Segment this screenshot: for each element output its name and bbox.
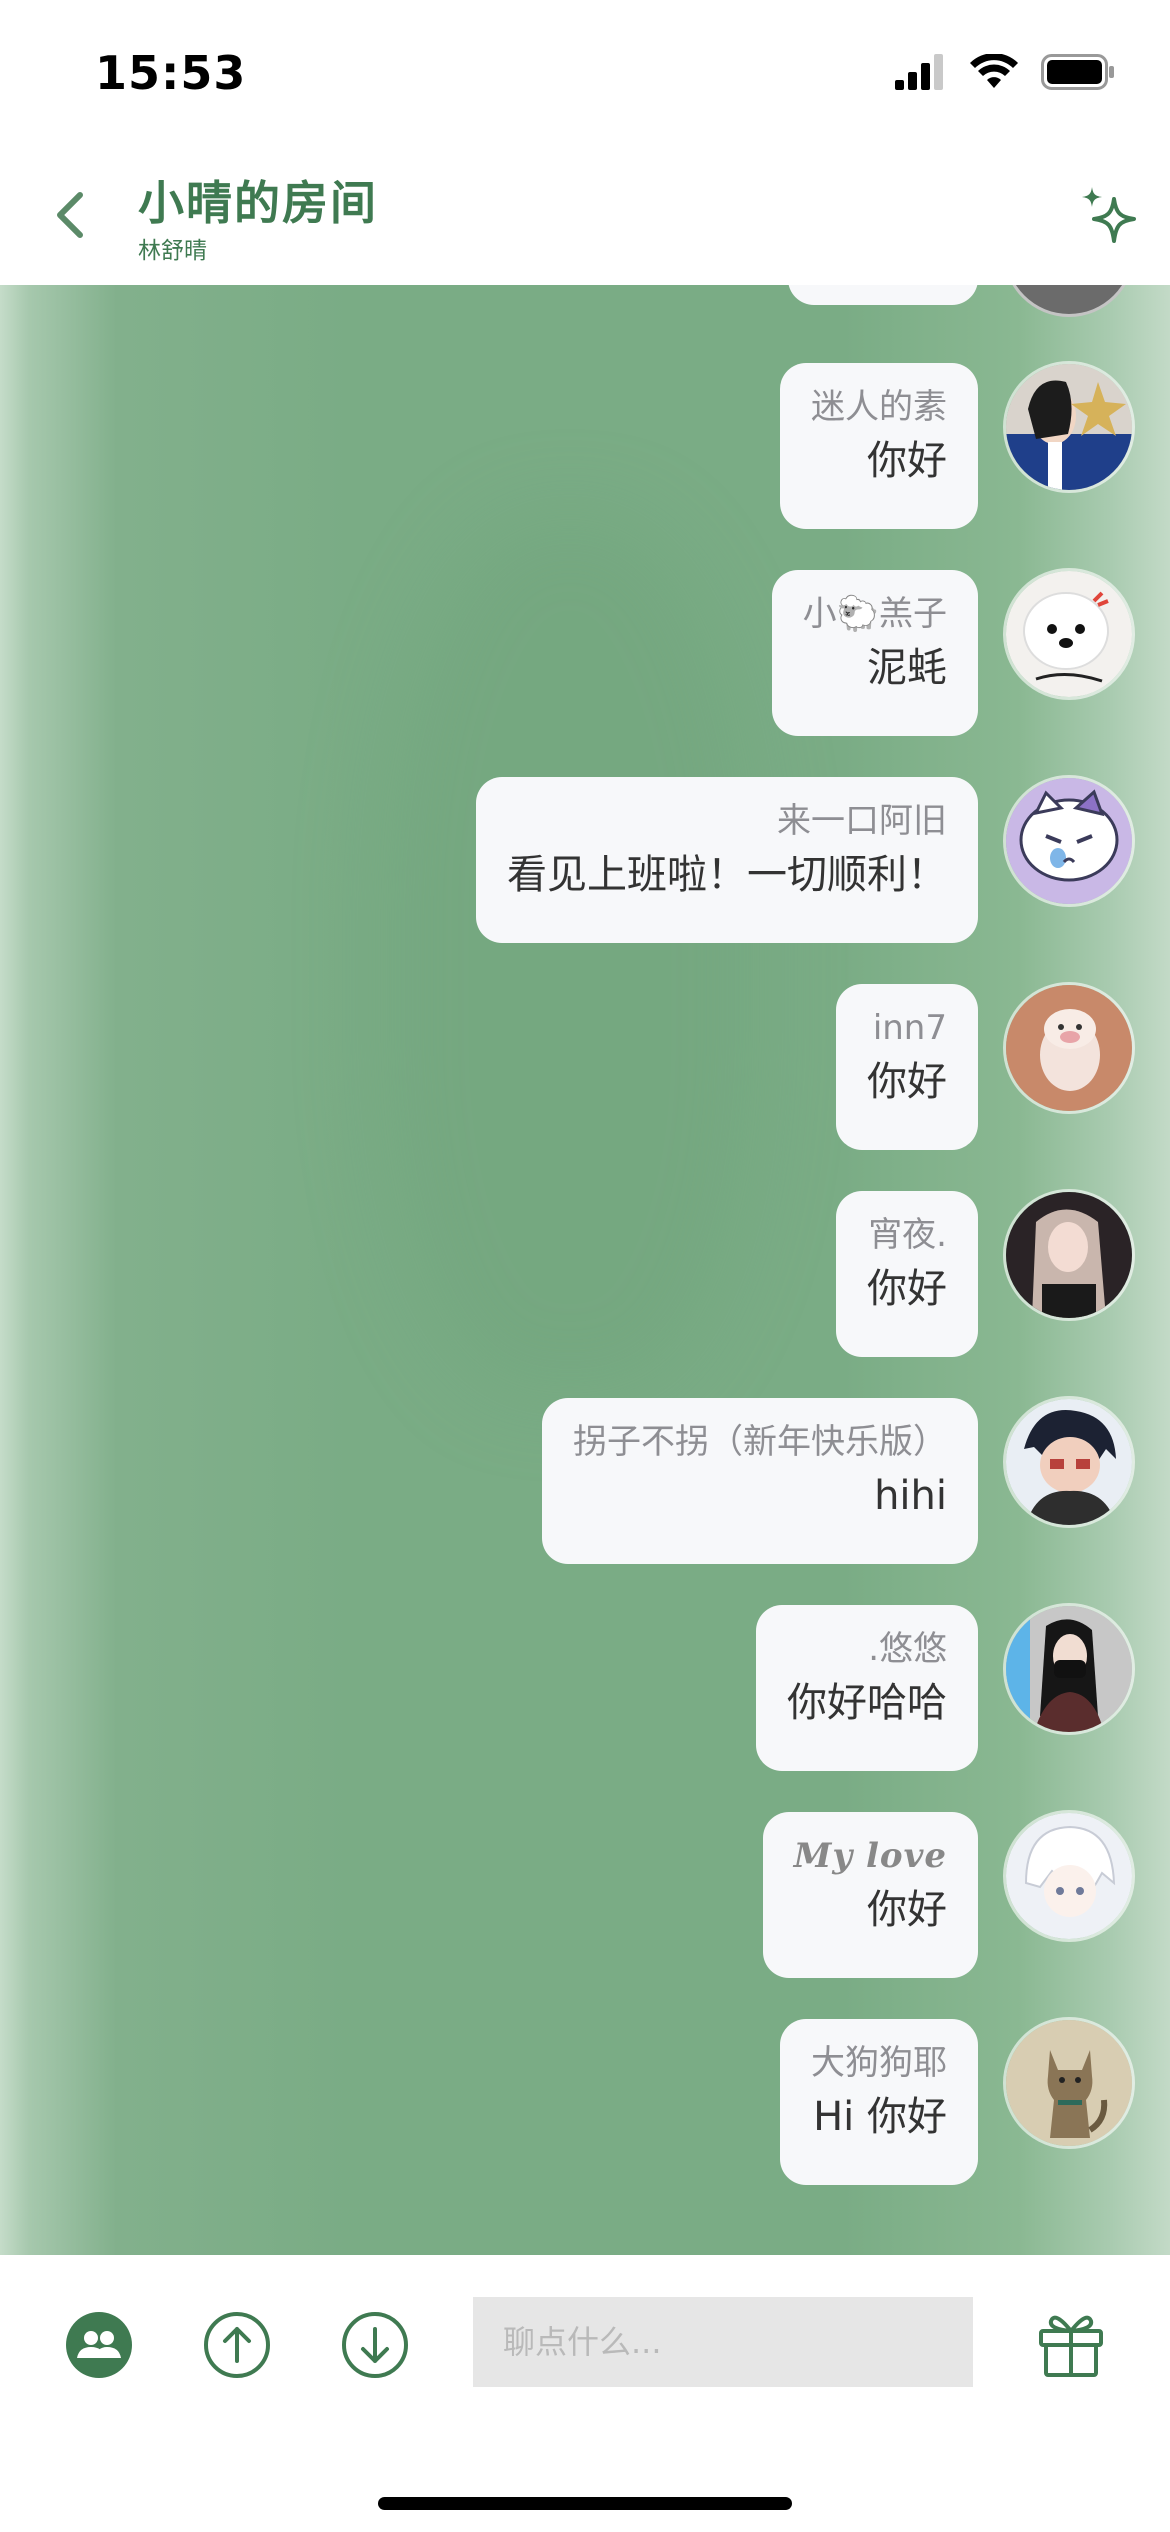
- chat-room-screen: 15:53 小晴的房间 林舒晴 迷人的素 你好 小🐑羔子 泥蚝 来一口阿旧 看见…: [0, 0, 1170, 2532]
- sender-name[interactable]: My love: [794, 1832, 947, 1880]
- sender-avatar[interactable]: [1003, 568, 1135, 700]
- sender-name[interactable]: 大狗狗耶: [811, 2039, 947, 2087]
- message-text: 你好: [867, 1887, 947, 1933]
- sender-avatar[interactable]: [1003, 775, 1135, 907]
- room-host-name: 林舒晴: [138, 238, 207, 264]
- sender-name[interactable]: 小🐑羔子: [803, 590, 947, 638]
- message-text: 你好哈哈: [787, 1680, 947, 1726]
- message-text: 你好: [867, 1266, 947, 1312]
- sender-name[interactable]: 来一口阿旧: [507, 797, 947, 845]
- sender-avatar[interactable]: [1003, 982, 1135, 1114]
- message-bubble[interactable]: inn7 你好: [836, 984, 978, 1150]
- back-button[interactable]: [40, 180, 100, 250]
- sender-avatar[interactable]: [1003, 1603, 1135, 1735]
- room-title: 小晴的房间: [138, 176, 378, 230]
- status-bar: 15:53: [0, 0, 1170, 145]
- background-figure: [380, 515, 760, 1395]
- message-text: Hi 你好: [813, 2094, 947, 2140]
- sender-avatar[interactable]: [1003, 1810, 1135, 1942]
- sender-name[interactable]: 迷人的素: [811, 383, 947, 431]
- sender-name[interactable]: .悠悠: [787, 1625, 947, 1673]
- room-header: 小晴的房间 林舒晴: [0, 145, 1170, 285]
- message-bubble-partial: [788, 285, 978, 305]
- message-text: hihi: [874, 1473, 947, 1519]
- battery-icon: [1041, 54, 1114, 90]
- sender-avatar[interactable]: [1003, 1189, 1135, 1321]
- sender-name[interactable]: inn7: [867, 1004, 947, 1052]
- bottom-toolbar: [0, 2255, 1170, 2532]
- scroll-down-button[interactable]: [341, 2311, 409, 2379]
- message-bubble[interactable]: .悠悠 你好哈哈: [756, 1605, 978, 1771]
- wifi-icon: [970, 54, 1018, 88]
- sender-avatar[interactable]: [1003, 361, 1135, 493]
- message-bubble[interactable]: My love 你好: [762, 1812, 978, 1978]
- sparkle-icon: [1082, 187, 1136, 243]
- members-button[interactable]: [65, 2311, 133, 2379]
- message-bubble[interactable]: 宵夜. 你好: [836, 1191, 978, 1357]
- message-bubble[interactable]: 拐子不拐（新年快乐版） hihi: [542, 1398, 978, 1564]
- gift-button[interactable]: [1035, 2307, 1107, 2379]
- message-bubble[interactable]: 来一口阿旧 看见上班啦！一切顺利！: [476, 777, 978, 943]
- scroll-up-button[interactable]: [203, 2311, 271, 2379]
- message-text: 你好: [867, 1059, 947, 1105]
- home-indicator[interactable]: [378, 2497, 792, 2510]
- arrow-up-circle-icon: [204, 2312, 270, 2378]
- effects-button[interactable]: [1076, 185, 1142, 251]
- message-bubble[interactable]: 小🐑羔子 泥蚝: [771, 570, 978, 736]
- message-bubble[interactable]: 大狗狗耶 Hi 你好: [780, 2019, 978, 2185]
- arrow-down-circle-icon: [342, 2312, 408, 2378]
- message-text: 看见上班啦！一切顺利！: [507, 852, 947, 898]
- sender-name[interactable]: 宵夜.: [867, 1211, 947, 1259]
- members-icon: [66, 2312, 132, 2378]
- chat-message-area[interactable]: 迷人的素 你好 小🐑羔子 泥蚝 来一口阿旧 看见上班啦！一切顺利！ inn7 你…: [0, 285, 1170, 2255]
- cellular-signal-icon: [895, 54, 943, 90]
- chat-input[interactable]: [473, 2297, 973, 2387]
- status-time: 15:53: [95, 46, 247, 100]
- sender-avatar[interactable]: [1003, 2017, 1135, 2149]
- avatar-partial: [1003, 285, 1135, 317]
- sender-name[interactable]: 拐子不拐（新年快乐版）: [573, 1418, 947, 1466]
- sender-avatar[interactable]: [1003, 1396, 1135, 1528]
- status-icons: [895, 52, 1115, 92]
- message-bubble[interactable]: 迷人的素 你好: [780, 363, 978, 529]
- chevron-left-icon: [57, 192, 83, 238]
- gift-icon: [1039, 2315, 1103, 2377]
- message-text: 你好: [867, 438, 947, 484]
- message-text: 泥蚝: [867, 645, 947, 691]
